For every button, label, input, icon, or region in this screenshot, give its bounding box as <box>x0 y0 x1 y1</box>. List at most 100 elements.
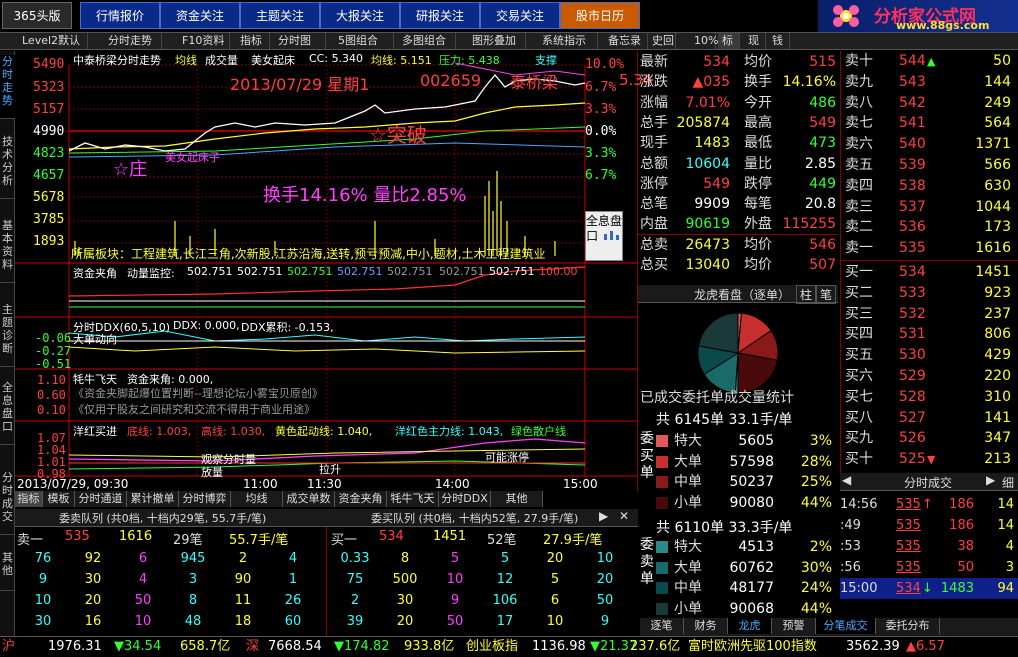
bottom-right-tab[interactable]: 委托分布 <box>876 618 940 634</box>
tab-365[interactable]: 365头版 <box>2 2 72 29</box>
sh-amount: 658.7亿 <box>180 639 231 654</box>
bottom-right-tab[interactable]: 财务 <box>684 618 728 634</box>
tab-theme[interactable]: 主题关注 <box>240 2 320 29</box>
ask-row[interactable]: 卖一 535 1616 <box>841 238 1018 259</box>
tab-fund[interactable]: 资金关注 <box>160 2 240 29</box>
toolbar-overlay[interactable]: 图形叠加 <box>468 33 526 49</box>
bid-row[interactable]: 买四 531 806 <box>841 324 1018 345</box>
bottom-tab[interactable]: 均线 <box>231 491 283 507</box>
sell-queue-head: 29笔 <box>173 533 203 548</box>
left-tab-intraday[interactable]: 分时走势 <box>0 55 15 119</box>
bid-row[interactable]: 买七 528 310 <box>841 387 1018 408</box>
left-tab-other[interactable]: 其他 <box>0 551 15 591</box>
tick-prev-icon[interactable]: ◀ <box>842 473 851 487</box>
color-swatch-icon <box>656 602 668 615</box>
bottom-tab[interactable]: 资金夹角 <box>335 491 387 507</box>
panel5-base: 底线: 1.003, <box>127 425 192 438</box>
tab-research[interactable]: 研报关注 <box>400 2 480 29</box>
toolbar-history[interactable]: 史回 <box>648 33 676 49</box>
bottom-tab[interactable]: 累计撤单 <box>127 491 179 507</box>
bottom-right-tab[interactable]: 预警 <box>772 618 816 634</box>
toolbar-level2[interactable]: Level2默认 <box>18 33 88 49</box>
tick-detail-btn[interactable]: 细 <box>1002 474 1014 491</box>
bid-row[interactable]: 买二 533 923 <box>841 283 1018 304</box>
bottom-tab[interactable]: 成交单数 <box>283 491 335 507</box>
ask-row[interactable]: 卖六 540 1371 <box>841 134 1018 155</box>
buy-stat-pct: 25% <box>800 474 832 490</box>
toolbar-intraday[interactable]: 分时走势 <box>104 33 162 49</box>
left-tab-fullinfo[interactable]: 全息盘口 <box>0 381 15 445</box>
bid-row[interactable]: 买八 527 141 <box>841 408 1018 429</box>
toolbar-qian[interactable]: 钱 <box>768 33 790 49</box>
buy-queue-cell: 75 <box>346 572 364 587</box>
buy-queue-head: 27.9手/笔 <box>543 533 603 548</box>
status-bar: 沪 1976.31 ▼34.54 658.7亿 深 7668.54 ▼174.8… <box>0 636 1018 657</box>
fullinfo-button[interactable]: 全息盘口 <box>585 211 623 261</box>
bottom-right-tab[interactable]: 龙虎 <box>728 618 772 634</box>
toolbar-memo[interactable]: 备忘录 <box>604 33 648 49</box>
bid-price: 527 <box>899 409 926 426</box>
bottom-tab[interactable]: 牦牛飞天 <box>387 491 439 507</box>
toolbar-indicator[interactable]: 指标 <box>236 33 270 49</box>
bottom-right-tab[interactable]: 逐笔 <box>640 618 684 634</box>
toolbar-multichart[interactable]: 多图组合 <box>398 33 456 49</box>
ask-row[interactable]: 卖五 539 566 <box>841 155 1018 176</box>
toolbar-system[interactable]: 系统指示 <box>538 33 598 49</box>
panel5-ym: 洋红色主力线: 1.043, <box>395 425 504 438</box>
quote-value-2: 14.16% <box>782 74 836 91</box>
bid-row[interactable]: 买五 530 429 <box>841 345 1018 366</box>
bottom-tab[interactable]: 分时通道 <box>75 491 127 507</box>
bid-row[interactable]: 买九 526 347 <box>841 428 1018 449</box>
longhu-bar-btn[interactable]: 柱 <box>796 285 817 304</box>
tab-report[interactable]: 大报关注 <box>320 2 400 29</box>
toolbar-10pct[interactable]: 10% <box>690 33 718 49</box>
ask-row[interactable]: 卖七 541 564 <box>841 113 1018 134</box>
toolbar-xian[interactable]: 现 <box>744 33 766 49</box>
longhu-tick-btn[interactable]: 笔 <box>816 285 837 304</box>
bottom-tab[interactable]: 模板 <box>43 491 75 507</box>
tab-calendar[interactable]: 股市日历 <box>560 2 640 29</box>
bid-row[interactable]: 买六 529 220 <box>841 366 1018 387</box>
bid-row[interactable]: 买三 532 237 <box>841 304 1018 325</box>
intraday-chart[interactable]: 中泰桥梁分时走势 均线 成交量 美女起床 CC: 5.340 均线: 5.151… <box>15 51 652 491</box>
queue-close-icon[interactable]: ✕ <box>619 509 629 523</box>
bottom-tab[interactable]: 其他 <box>491 491 543 507</box>
tab-trade[interactable]: 交易关注 <box>480 2 560 29</box>
bid-row[interactable]: 买一 534 1451 <box>841 262 1018 283</box>
ask-label: 卖五 <box>845 157 873 173</box>
left-tab-technical[interactable]: 技术分析 <box>0 135 15 199</box>
bottom-tab[interactable]: 分时DDX <box>439 491 491 507</box>
bottom-right-tab[interactable]: 分笔成交 <box>816 618 876 634</box>
bid-row[interactable]: 买十 525 ▼ 213 <box>841 449 1018 470</box>
buy-queue-cell: 106 <box>492 593 518 608</box>
ask-row[interactable]: 卖十 544 ▲ 50 <box>841 51 1018 72</box>
left-tab-basic[interactable]: 基本资料 <box>0 219 15 283</box>
ask-row[interactable]: 卖八 542 249 <box>841 93 1018 114</box>
tick-next-icon[interactable]: ▶ <box>986 473 995 487</box>
flower-logo-icon <box>833 5 859 27</box>
left-tab-diagnose[interactable]: 主题诊断 <box>0 303 15 367</box>
bottom-tab[interactable]: 分时博弈 <box>179 491 231 507</box>
quote-row: 现手 1483 最低 473 <box>638 133 838 153</box>
toolbar: Level2默认 分时走势 F10资料 指标 分时图 5图组合 多图组合 图形叠… <box>0 32 1018 50</box>
ask-row[interactable]: 卖四 538 630 <box>841 176 1018 197</box>
quote-label: 总买 <box>640 257 668 273</box>
tick-count: 14 <box>997 497 1014 512</box>
queue-prev-icon[interactable]: ▶ <box>599 509 608 523</box>
left-tab-ticks[interactable]: 分时成交 <box>0 471 15 535</box>
toolbar-intraday-chart[interactable]: 分时图 <box>274 33 326 49</box>
sell-queue-cell: 9 <box>38 572 48 587</box>
ask-row[interactable]: 卖二 536 173 <box>841 217 1018 238</box>
toolbar-5chart[interactable]: 5图组合 <box>334 33 394 49</box>
buy-stat-row: 特大 5605 3% <box>656 431 836 451</box>
ask-row[interactable]: 卖三 537 1044 <box>841 197 1018 218</box>
ask-row[interactable]: 卖九 543 144 <box>841 72 1018 93</box>
toolbar-f10[interactable]: F10资料 <box>178 33 230 49</box>
ask-label: 卖八 <box>845 94 873 111</box>
toolbar-biao[interactable]: 标 <box>718 33 740 49</box>
panel5-title: 洋红买进 <box>73 425 117 438</box>
buy-queue-cell: 10 <box>446 572 464 587</box>
bid-label: 买七 <box>845 388 873 405</box>
tab-quotes[interactable]: 行情报价 <box>80 2 160 29</box>
bottom-tab[interactable]: 指标 <box>15 491 43 507</box>
